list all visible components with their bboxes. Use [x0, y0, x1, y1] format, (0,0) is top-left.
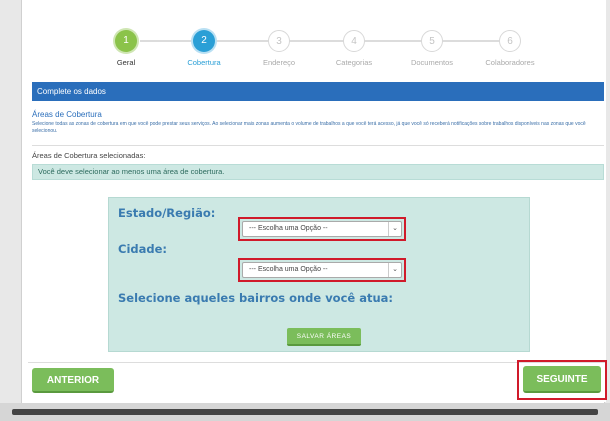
step-number: 4: [343, 30, 365, 52]
step-number: 2: [193, 30, 215, 52]
alert-message: Você deve selecionar ao menos uma área d…: [32, 164, 604, 180]
chevron-down-icon: ⌄: [388, 263, 401, 277]
taskbar-edge: [12, 409, 598, 415]
step-label: Colaboradores: [485, 58, 535, 67]
coverage-form-panel: Estado/Região: --- Escolha uma Opção -- …: [108, 197, 530, 352]
step-cobertura[interactable]: 2 Cobertura: [164, 30, 244, 67]
step-geral[interactable]: 1 Geral: [86, 30, 166, 67]
step-label: Geral: [116, 58, 136, 67]
city-select[interactable]: --- Escolha uma Opção -- ⌄: [242, 262, 402, 278]
step-number: 5: [421, 30, 443, 52]
city-select-value: --- Escolha uma Opção --: [249, 266, 328, 273]
previous-button[interactable]: ANTERIOR: [32, 368, 114, 393]
step-number: 1: [115, 30, 137, 52]
save-areas-button[interactable]: SALVAR ÁREAS: [287, 328, 361, 346]
step-colaboradores[interactable]: 6 Colaboradores: [470, 30, 550, 67]
step-documentos[interactable]: 5 Documentos: [392, 30, 472, 67]
city-select-highlight: --- Escolha uma Opção -- ⌄: [238, 258, 406, 282]
step-endereco[interactable]: 3 Endereço: [239, 30, 319, 67]
coverage-title: Áreas de Cobertura: [32, 110, 102, 119]
state-label: Estado/Região:: [118, 206, 216, 220]
step-label: Categorias: [335, 58, 373, 67]
coverage-intro: Áreas de Cobertura Selecione todas as zo…: [32, 110, 604, 134]
window-frame-bottom: [0, 403, 610, 421]
coverage-description: Selecione todas as zonas de cobertura em…: [32, 121, 586, 134]
window-frame-left: [0, 0, 22, 421]
chevron-down-icon: ⌄: [388, 222, 401, 236]
section-header: Complete os dados: [32, 82, 604, 101]
registration-page: 1 Geral 2 Cobertura 3 Endereço 4 Categor…: [28, 0, 607, 402]
step-label: Cobertura: [187, 58, 221, 67]
step-number: 6: [499, 30, 521, 52]
step-number: 3: [268, 30, 290, 52]
divider: [32, 145, 604, 146]
next-button-highlight: SEGUINTE: [517, 360, 607, 400]
step-categorias[interactable]: 4 Categorias: [314, 30, 394, 67]
state-select[interactable]: --- Escolha uma Opção -- ⌄: [242, 221, 402, 237]
step-label: Endereço: [262, 58, 296, 67]
progress-stepper: 1 Geral 2 Cobertura 3 Endereço 4 Categor…: [28, 30, 606, 70]
neighborhood-label: Selecione aqueles bairros onde você atua…: [118, 291, 394, 305]
selected-areas-label: Áreas de Cobertura selecionadas:: [32, 151, 146, 160]
next-button[interactable]: SEGUINTE: [523, 366, 601, 393]
city-label: Cidade:: [118, 242, 168, 256]
step-label: Documentos: [410, 58, 454, 67]
state-select-highlight: --- Escolha uma Opção -- ⌄: [238, 217, 406, 241]
state-select-value: --- Escolha uma Opção --: [249, 225, 328, 232]
